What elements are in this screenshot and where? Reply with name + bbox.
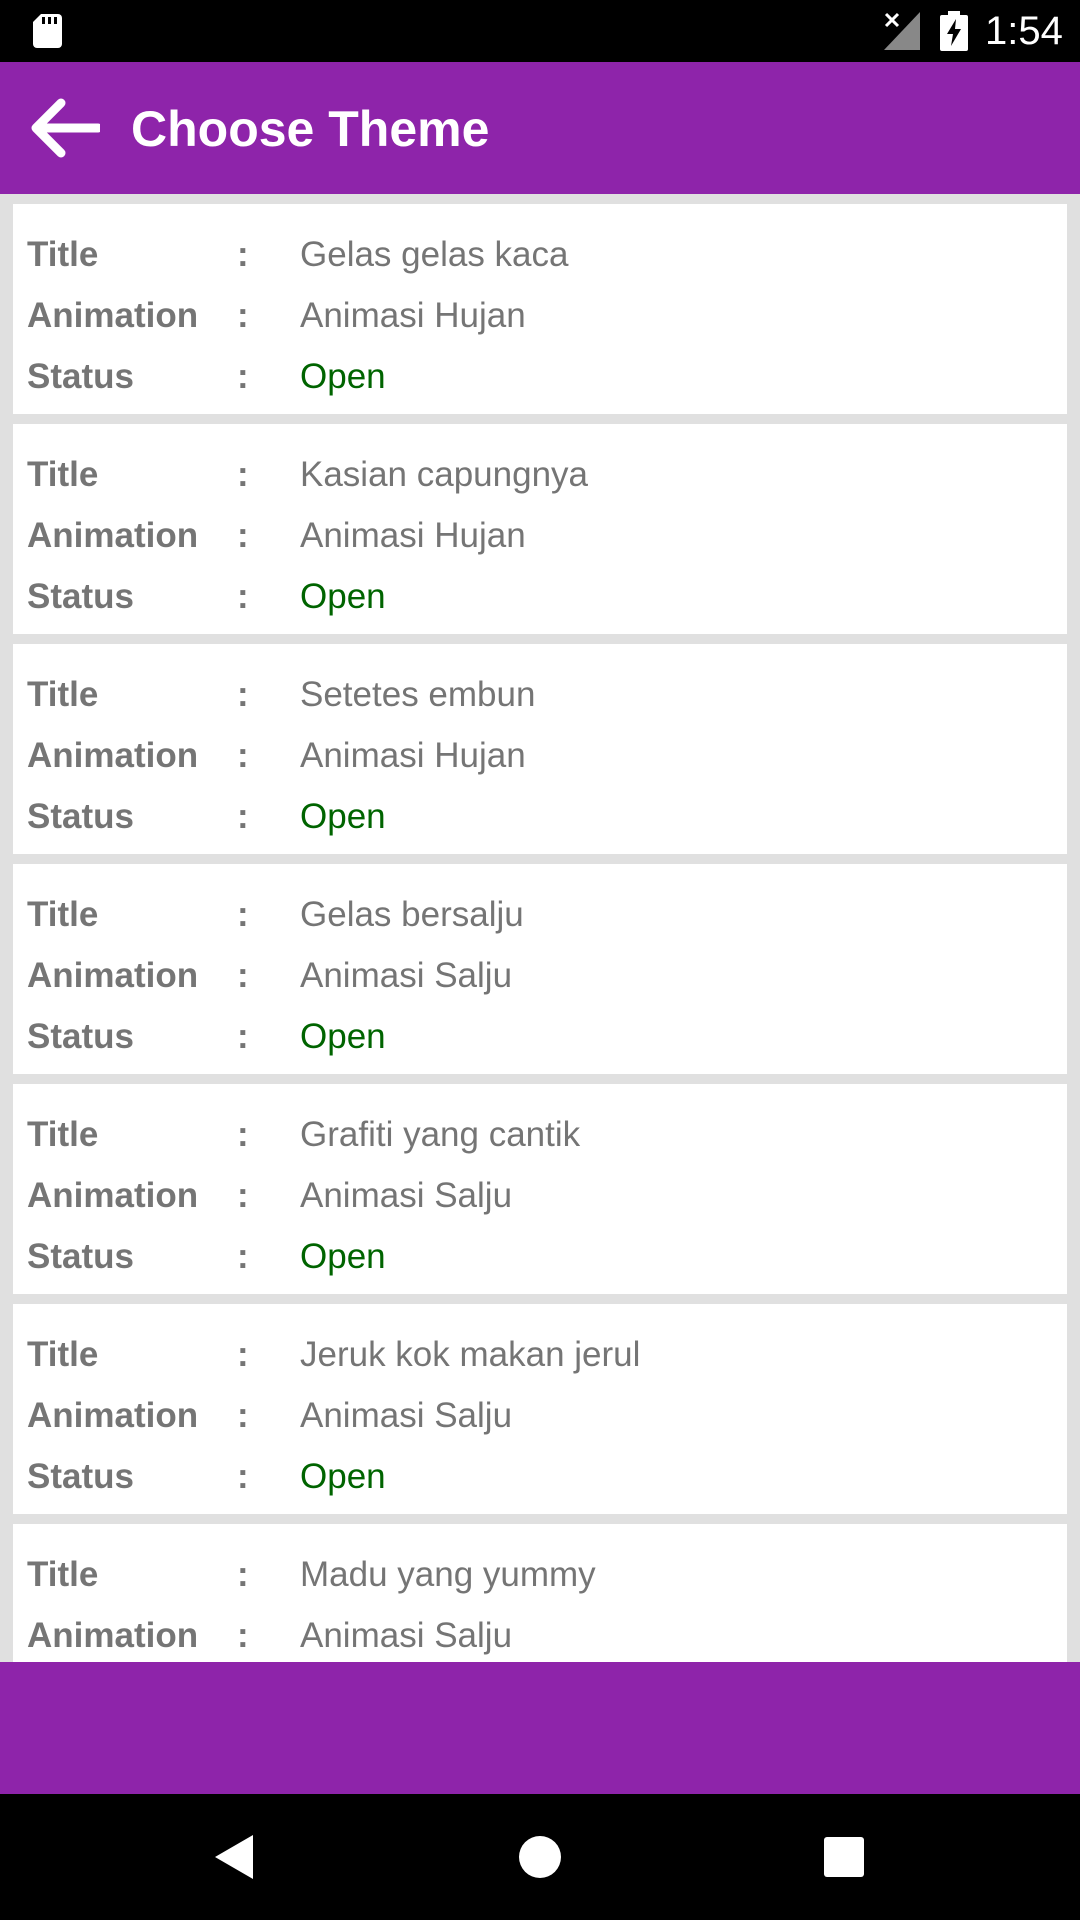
nav-home-icon [519, 1836, 561, 1878]
nav-home-button[interactable] [505, 1822, 575, 1892]
app-bar: Choose Theme [0, 62, 1080, 194]
theme-title: Kasian capungnya [300, 455, 588, 494]
status-bar: 1:54 [0, 0, 1080, 62]
theme-animation: Animasi Salju [300, 1396, 513, 1435]
separator: : [237, 736, 249, 775]
theme-card[interactable]: Title: Madu yang yummy Animation: Animasi … [13, 1524, 1067, 1662]
title-label: Title [27, 455, 99, 494]
separator: : [237, 1017, 249, 1056]
animation-label: Animation [27, 956, 199, 995]
animation-label: Animation [27, 736, 199, 775]
status-label: Status [27, 1457, 134, 1496]
separator: : [237, 1555, 249, 1594]
battery-charging-icon [940, 11, 968, 51]
theme-status: Open [300, 1017, 386, 1056]
title-label: Title [27, 1555, 99, 1594]
theme-animation: Animasi Hujan [300, 296, 526, 335]
separator: : [237, 1115, 249, 1154]
theme-status: Open [300, 1237, 386, 1276]
separator: : [237, 1335, 249, 1374]
theme-animation: Animasi Hujan [300, 516, 526, 555]
theme-title: Gelas bersalju [300, 895, 524, 934]
separator: : [237, 1176, 249, 1215]
theme-animation: Animasi Salju [300, 1176, 513, 1215]
separator: : [237, 357, 249, 396]
animation-label: Animation [27, 296, 199, 335]
theme-card[interactable]: Title: Grafiti yang cantik Animation: Anim… [13, 1084, 1067, 1294]
status-clock: 1:54 [985, 9, 1063, 53]
system-nav-bar [0, 1794, 1080, 1920]
separator: : [237, 1616, 249, 1655]
animation-label: Animation [27, 516, 199, 555]
theme-card[interactable]: Title: Jeruk kok makan jerul Animation: An… [13, 1304, 1067, 1514]
status-label: Status [27, 1237, 134, 1276]
title-label: Title [27, 1335, 99, 1374]
status-label: Status [27, 1017, 134, 1056]
theme-card[interactable]: Title: Gelas gelas kaca Animation: Animasi… [13, 204, 1067, 414]
theme-status: Open [300, 1457, 386, 1496]
theme-animation: Animasi Salju [300, 1616, 513, 1655]
animation-label: Animation [27, 1396, 199, 1435]
back-button[interactable] [22, 92, 106, 164]
sd-card-icon [33, 14, 62, 48]
status-label: Status [27, 357, 134, 396]
separator: : [237, 455, 249, 494]
theme-title: Setetes embun [300, 675, 536, 714]
separator: : [237, 516, 249, 555]
theme-status: Open [300, 797, 386, 836]
title-label: Title [27, 1115, 99, 1154]
theme-list[interactable]: Title: Gelas gelas kaca Animation: Animasi… [0, 194, 1080, 1662]
separator: : [237, 1396, 249, 1435]
title-label: Title [27, 895, 99, 934]
status-label: Status [27, 797, 134, 836]
theme-card[interactable]: Title: Setetes embun Animation: Animasi Hu… [13, 644, 1067, 854]
separator: : [237, 797, 249, 836]
separator: : [237, 577, 249, 616]
separator: : [237, 1457, 249, 1496]
title-label: Title [27, 675, 99, 714]
theme-card[interactable]: Title: Kasian capungnya Animation: Animasi… [13, 424, 1067, 634]
separator: : [237, 675, 249, 714]
theme-card[interactable]: Title: Gelas bersalju Animation: Animasi S… [13, 864, 1067, 1074]
animation-label: Animation [27, 1616, 199, 1655]
no-signal-icon [884, 12, 920, 50]
separator: : [237, 1237, 249, 1276]
bottom-banner [0, 1662, 1080, 1794]
nav-back-icon [215, 1835, 253, 1879]
theme-title: Gelas gelas kaca [300, 235, 569, 274]
theme-animation: Animasi Salju [300, 956, 513, 995]
theme-title: Grafiti yang cantik [300, 1115, 581, 1154]
theme-status: Open [300, 577, 386, 616]
animation-label: Animation [27, 1176, 199, 1215]
page-title: Choose Theme [131, 101, 490, 157]
nav-back-button[interactable] [200, 1822, 270, 1892]
nav-recents-button[interactable] [809, 1822, 879, 1892]
theme-title: Jeruk kok makan jerul [300, 1335, 641, 1374]
theme-status: Open [300, 357, 386, 396]
separator: : [237, 235, 249, 274]
nav-recents-icon [824, 1837, 864, 1877]
separator: : [237, 296, 249, 335]
theme-title: Madu yang yummy [300, 1555, 596, 1594]
theme-animation: Animasi Hujan [300, 736, 526, 775]
status-label: Status [27, 577, 134, 616]
separator: : [237, 956, 249, 995]
title-label: Title [27, 235, 99, 274]
separator: : [237, 895, 249, 934]
arrow-back-icon [31, 98, 100, 158]
